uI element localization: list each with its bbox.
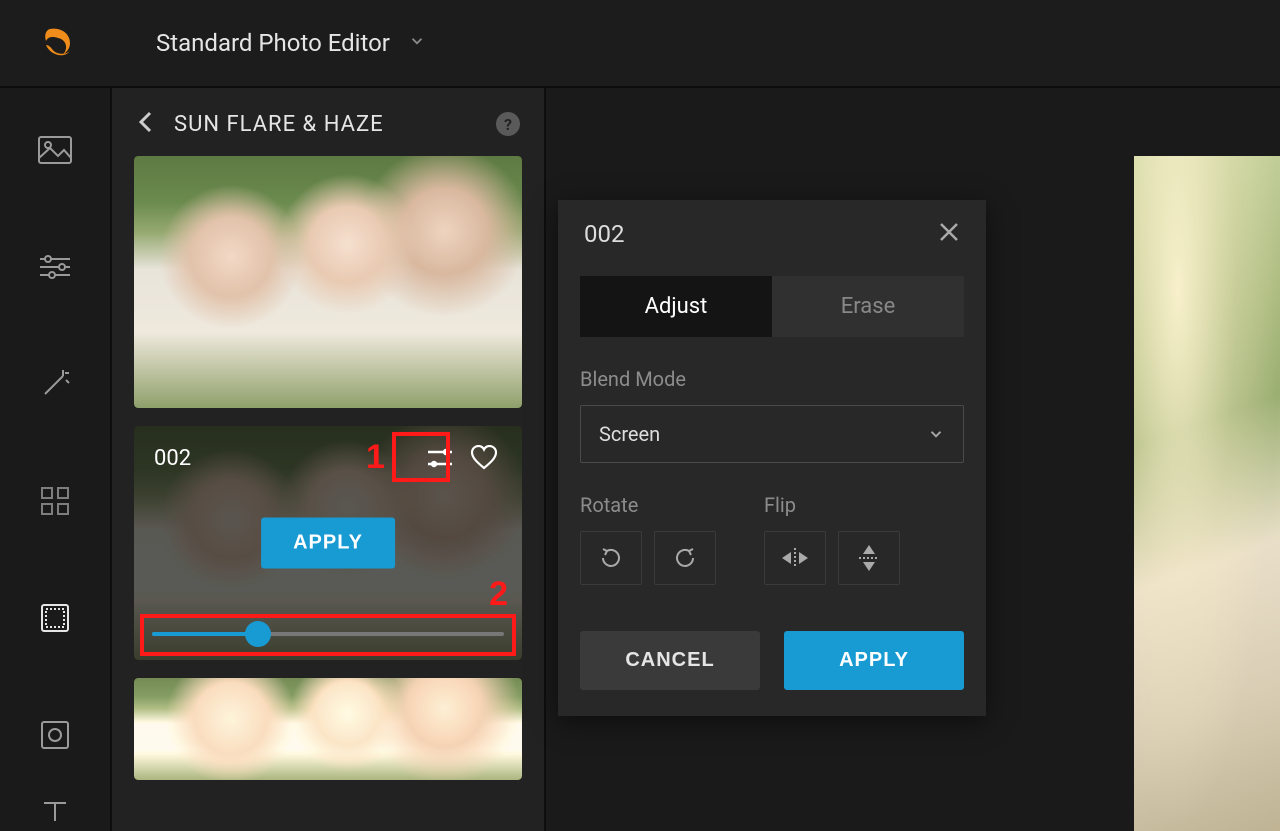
rail-sliders-icon[interactable] bbox=[35, 247, 75, 286]
effect-settings-button[interactable] bbox=[422, 440, 458, 476]
rotate-label: Rotate bbox=[580, 493, 716, 517]
effects-panel: SUN FLARE & HAZE ? 002 bbox=[112, 88, 546, 831]
rotate-ccw-button[interactable] bbox=[580, 531, 642, 585]
top-bar: Standard Photo Editor bbox=[0, 0, 1280, 88]
tab-adjust[interactable]: Adjust bbox=[580, 276, 772, 337]
flip-horizontal-button[interactable] bbox=[764, 531, 826, 585]
effect-card-002[interactable]: 002 APPLY bbox=[134, 426, 522, 660]
intensity-slider[interactable] bbox=[152, 622, 504, 646]
effect-apply-button[interactable]: APPLY bbox=[261, 518, 395, 569]
panel-title: SUN FLARE & HAZE bbox=[174, 112, 496, 137]
blend-mode-value: Screen bbox=[599, 422, 660, 446]
blend-mode-select[interactable]: Screen bbox=[580, 405, 964, 463]
app-logo bbox=[40, 25, 76, 61]
rail-vignette-icon[interactable] bbox=[35, 715, 75, 754]
adjust-dialog: 002 Adjust Erase Blend Mode Screen Rotat… bbox=[558, 200, 986, 716]
tool-rail bbox=[0, 88, 112, 831]
main-image-preview bbox=[1134, 156, 1280, 831]
chevron-down-icon[interactable] bbox=[408, 32, 426, 54]
chevron-down-icon bbox=[927, 425, 945, 443]
close-icon[interactable] bbox=[938, 221, 960, 247]
rail-overlays-icon[interactable] bbox=[35, 598, 75, 637]
favorite-button[interactable] bbox=[466, 440, 502, 476]
rotate-cw-button[interactable] bbox=[654, 531, 716, 585]
flip-label: Flip bbox=[764, 493, 900, 517]
back-arrow-icon[interactable] bbox=[136, 110, 156, 138]
effect-card-001[interactable] bbox=[134, 156, 522, 408]
blend-mode-label: Blend Mode bbox=[580, 367, 964, 391]
cancel-button[interactable]: CANCEL bbox=[580, 631, 760, 690]
dialog-title: 002 bbox=[584, 220, 938, 248]
tab-erase[interactable]: Erase bbox=[772, 276, 964, 337]
effect-id-label: 002 bbox=[154, 446, 422, 471]
rail-wand-icon[interactable] bbox=[35, 364, 75, 403]
apply-button[interactable]: APPLY bbox=[784, 631, 964, 690]
app-title[interactable]: Standard Photo Editor bbox=[156, 29, 390, 57]
rail-image-icon[interactable] bbox=[35, 130, 75, 169]
rail-grid-icon[interactable] bbox=[35, 481, 75, 520]
help-icon[interactable]: ? bbox=[496, 112, 520, 136]
rail-text-icon[interactable] bbox=[35, 792, 75, 831]
flip-vertical-button[interactable] bbox=[838, 531, 900, 585]
dialog-tabs: Adjust Erase bbox=[580, 276, 964, 337]
effect-card-003[interactable] bbox=[134, 678, 522, 780]
